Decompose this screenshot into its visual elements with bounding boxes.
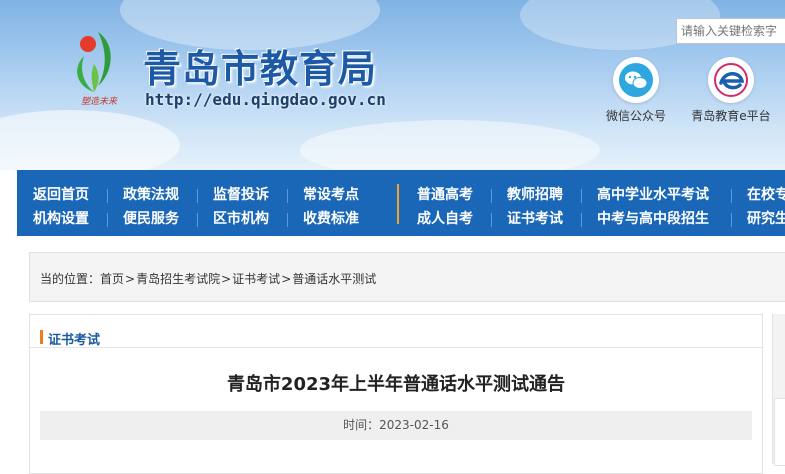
nav-divider	[107, 213, 108, 227]
breadcrumb: 当的位置：首页>青岛招生考试院>证书考试>普通话水平测试	[40, 270, 376, 287]
time-label: 时间：	[343, 418, 380, 432]
nav-item-self-exam[interactable]: 成人自考	[417, 208, 473, 228]
section-heading: 证书考试	[40, 329, 100, 348]
side-panel-box	[774, 398, 785, 466]
section-divider	[30, 347, 762, 348]
nav-item-in-school[interactable]: 在校专	[747, 184, 785, 204]
wechat-link[interactable]: 微信公众号	[596, 57, 676, 124]
breadcrumb-prefix: 当的位置：	[40, 272, 101, 286]
article-title: 青岛市2023年上半年普通话水平测试通告	[226, 374, 566, 395]
main-nav: 返回首页 政策法规 监督投诉 常设考点 普通高考 教师招聘 高中学业水平考试 在…	[17, 170, 785, 236]
nav-divider	[287, 213, 288, 227]
nav-divider	[197, 189, 198, 203]
nav-accent-bar	[397, 184, 399, 224]
nav-item-fees[interactable]: 收费标准	[303, 208, 359, 228]
nav-item-organization[interactable]: 机构设置	[33, 208, 89, 228]
breadcrumb-separator: >	[281, 272, 292, 286]
time-value: 2023-02-16	[379, 418, 449, 432]
breadcrumb-item-home[interactable]: 首页	[100, 272, 124, 286]
nav-item-gaokao[interactable]: 普通高考	[417, 184, 473, 204]
breadcrumb-item-putonghua[interactable]: 普通话水平测试	[292, 272, 376, 286]
nav-divider	[581, 189, 582, 203]
nav-divider	[287, 189, 288, 203]
nav-item-district[interactable]: 区市机构	[213, 208, 269, 228]
nav-item-home[interactable]: 返回首页	[33, 184, 89, 204]
nav-item-graduate[interactable]: 研究生	[747, 208, 785, 228]
article-meta: 时间：2023-02-16	[40, 411, 752, 440]
wechat-label: 微信公众号	[605, 109, 666, 123]
nav-divider	[731, 189, 732, 203]
nav-item-academic-test[interactable]: 高中学业水平考试	[597, 184, 709, 204]
eplatform-label: 青岛教育e平台	[691, 109, 771, 123]
wechat-icon	[613, 57, 659, 103]
breadcrumb-separator: >	[221, 272, 232, 286]
cloud-decoration	[300, 120, 600, 170]
nav-divider	[581, 213, 582, 227]
nav-item-complaint[interactable]: 监督投诉	[213, 184, 269, 204]
cloud-decoration	[0, 110, 180, 170]
eplatform-link[interactable]: 青岛教育e平台	[691, 57, 771, 124]
nav-item-services[interactable]: 便民服务	[123, 208, 179, 228]
nav-item-certificate[interactable]: 证书考试	[507, 208, 563, 228]
site-url[interactable]: http://edu.qingdao.gov.cn	[145, 90, 386, 109]
breadcrumb-separator: >	[125, 272, 136, 286]
nav-divider	[197, 213, 198, 227]
logo-slogan: 塑造未来	[80, 97, 117, 107]
nav-item-zhongkao[interactable]: 中考与高中段招生	[597, 208, 709, 228]
section-marker	[40, 330, 43, 344]
nav-item-exam-sites[interactable]: 常设考点	[303, 184, 359, 204]
eplatform-icon	[708, 57, 754, 103]
section-heading-text[interactable]: 证书考试	[40, 333, 100, 348]
breadcrumb-item-certificate[interactable]: 证书考试	[232, 272, 280, 286]
site-logo[interactable]: 塑造未来	[64, 24, 134, 114]
breadcrumb-item-exam-institute[interactable]: 青岛招生考试院	[136, 272, 220, 286]
site-header: 塑造未来 青岛市教育局 http://edu.qingdao.gov.cn 微信…	[0, 0, 785, 170]
nav-divider	[491, 213, 492, 227]
nav-item-policy[interactable]: 政策法规	[123, 184, 179, 204]
nav-divider	[107, 189, 108, 203]
search-input[interactable]	[676, 18, 785, 44]
site-title: 青岛市教育局	[143, 47, 378, 91]
nav-divider	[731, 213, 732, 227]
nav-item-teacher-recruit[interactable]: 教师招聘	[507, 184, 563, 204]
breadcrumb-container: 当的位置：首页>青岛招生考试院>证书考试>普通话水平测试	[29, 252, 785, 302]
article-panel: 证书考试 青岛市2023年上半年普通话水平测试通告 时间：2023-02-16	[29, 314, 763, 474]
nav-divider	[491, 189, 492, 203]
